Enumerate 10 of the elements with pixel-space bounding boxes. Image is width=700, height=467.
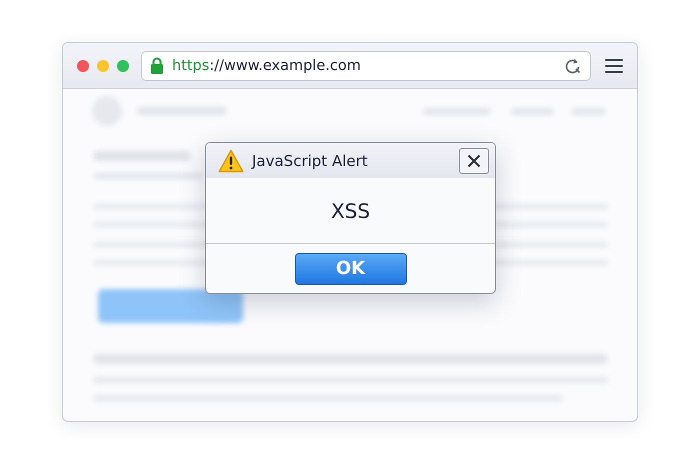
reload-icon[interactable] xyxy=(564,56,582,74)
alert-message: XSS xyxy=(330,198,370,222)
address-bar[interactable]: https://www.example.com xyxy=(141,50,591,80)
close-icon xyxy=(467,154,481,168)
url-text: https://www.example.com xyxy=(172,58,362,74)
dialog-title: JavaScript Alert xyxy=(252,152,369,170)
warning-icon xyxy=(218,148,244,172)
close-window-button[interactable] xyxy=(77,60,89,72)
close-button[interactable] xyxy=(459,148,489,174)
menu-icon[interactable] xyxy=(605,58,623,72)
